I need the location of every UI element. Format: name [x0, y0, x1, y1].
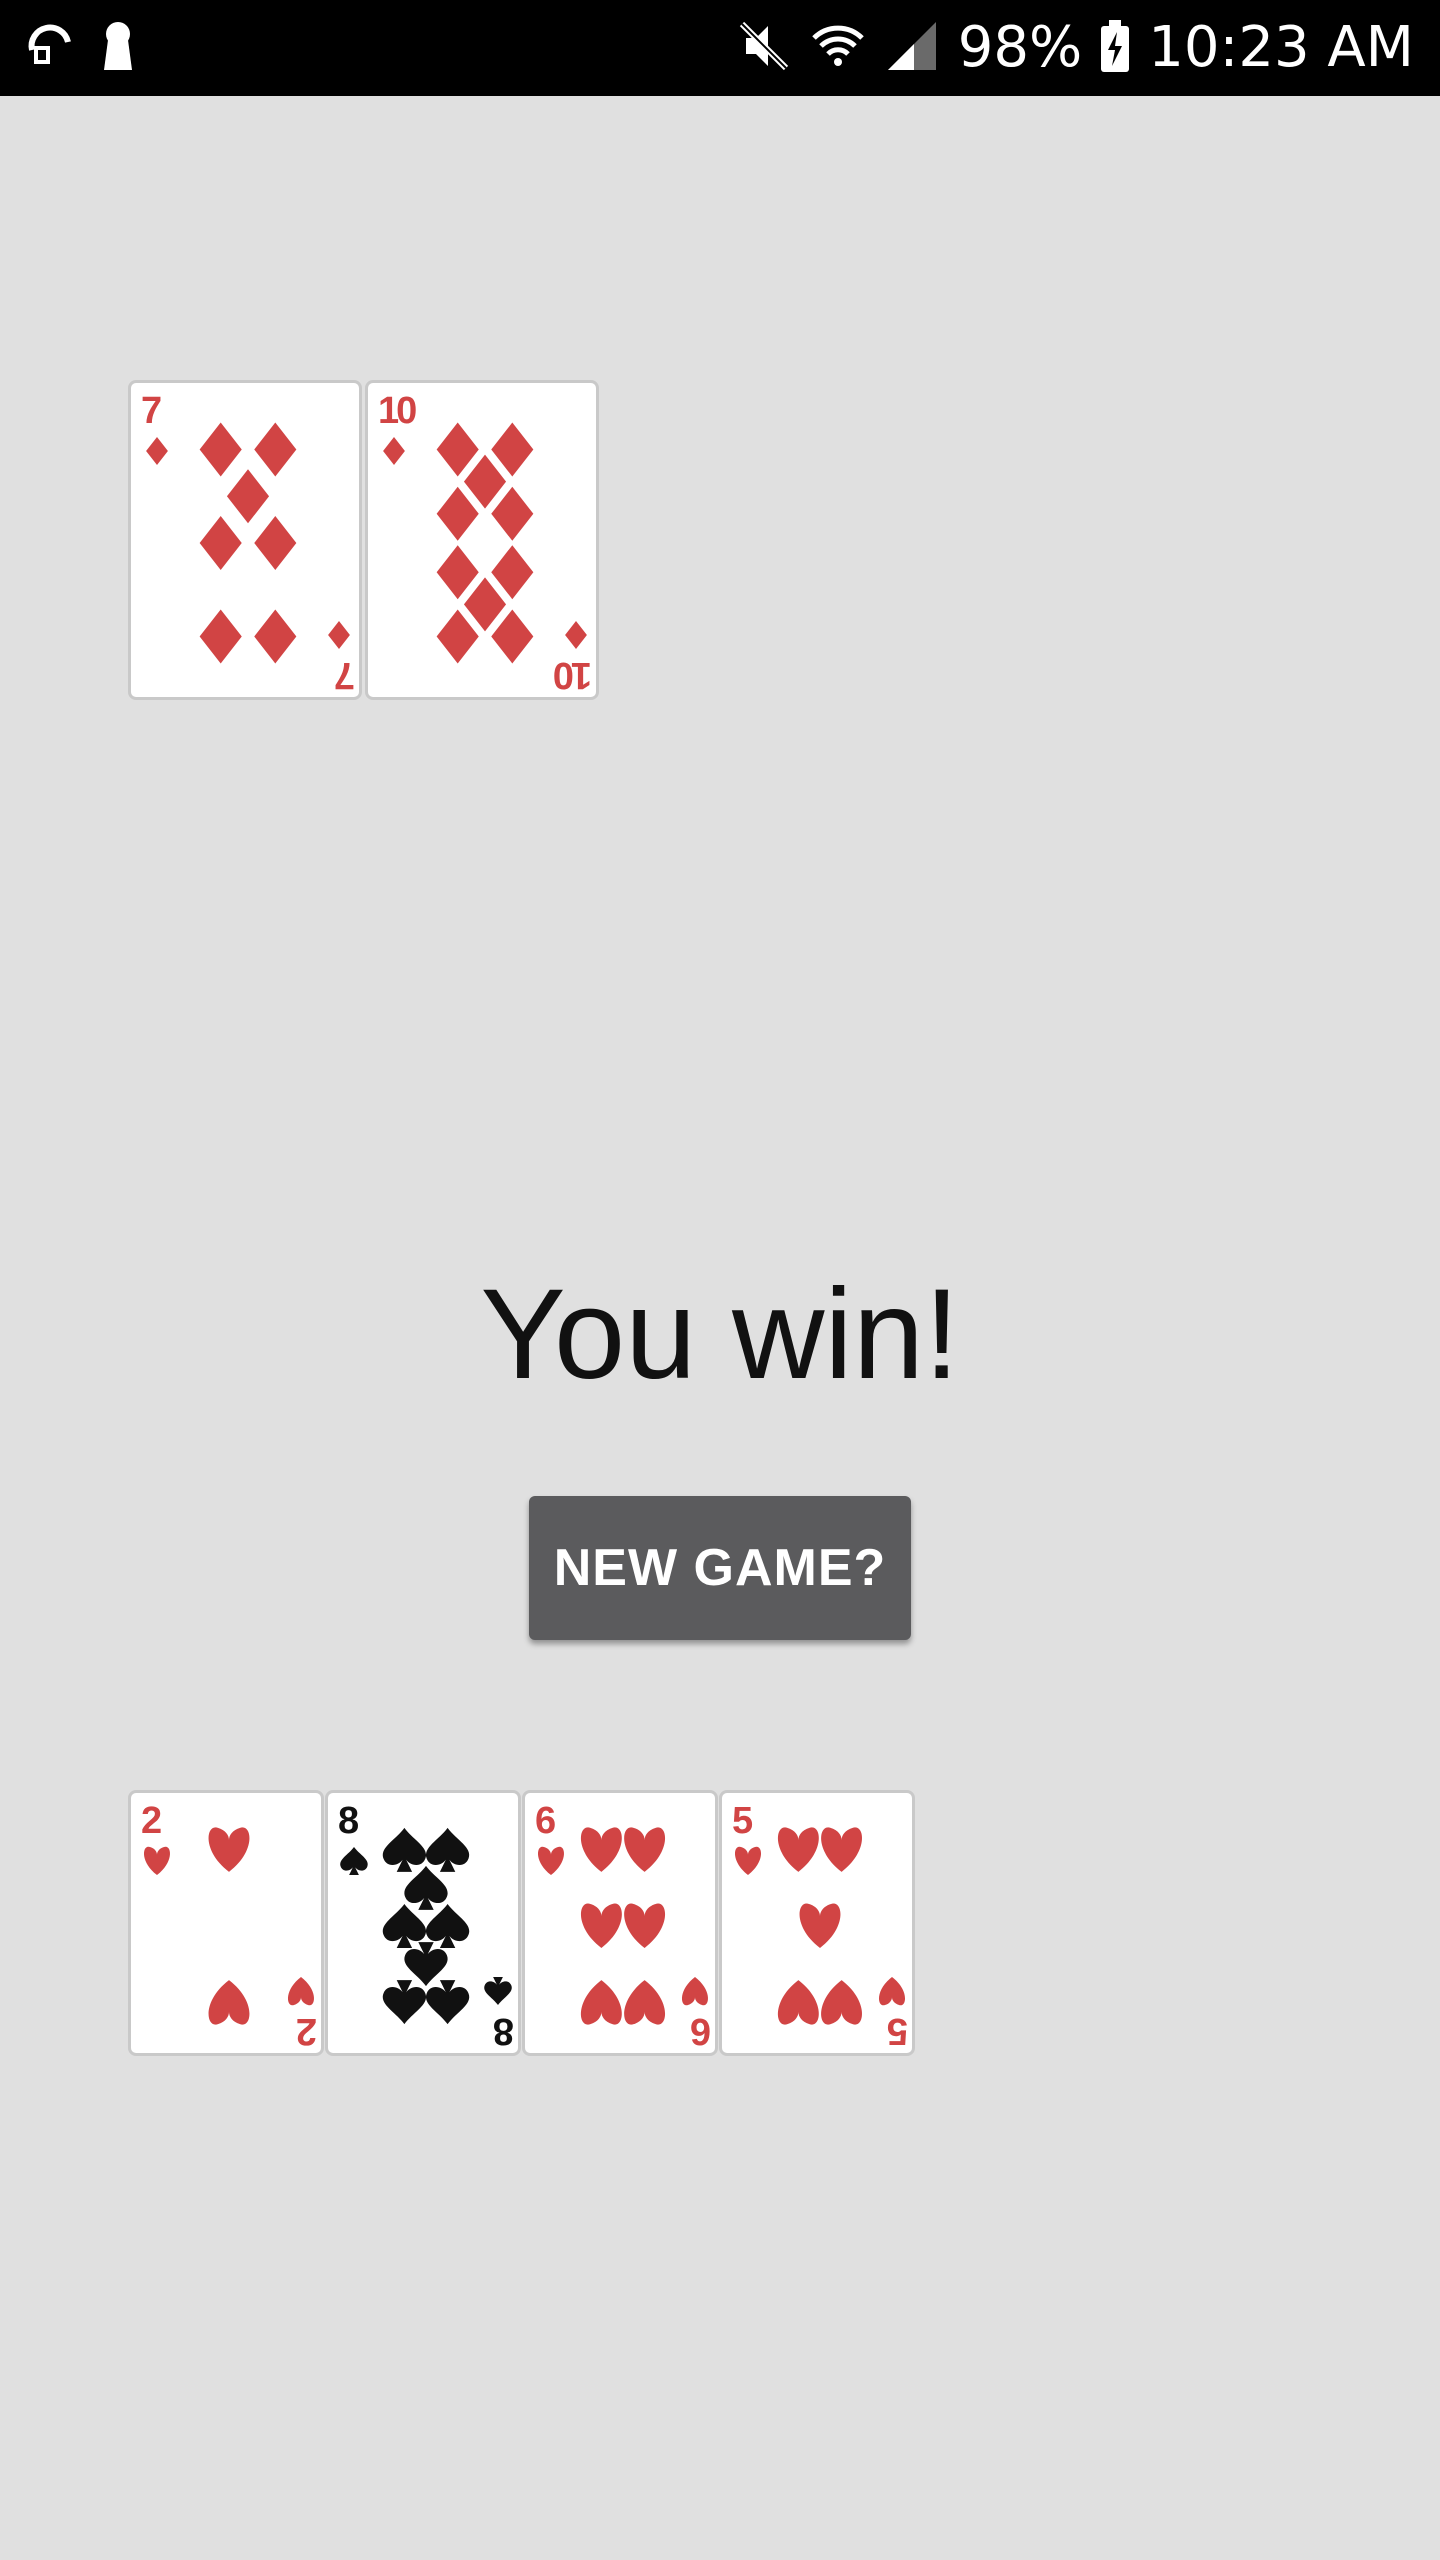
player-card-5-of-hearts: 55: [719, 1790, 915, 2056]
card-pip-diamonds: [436, 609, 479, 664]
card-pip-spades: [425, 1904, 470, 1948]
card-pip-diamonds: [491, 422, 534, 477]
card-suit-corner-top: [146, 437, 168, 465]
card-suit-corner-top: [537, 1846, 565, 1875]
card-pip-spades: [382, 1980, 427, 2025]
card-pip-diamonds: [491, 545, 534, 600]
card-pip-spades: [404, 1865, 448, 1910]
card-pip-diamonds: [254, 422, 297, 477]
card-face: 77: [141, 390, 355, 696]
card-suit-corner-top: [340, 1847, 368, 1875]
card-pip-hearts: [208, 1827, 250, 1872]
battery-percent: 98%: [957, 15, 1083, 80]
card-face: 88: [338, 1800, 514, 2052]
card-pip-spades: [382, 1827, 427, 1872]
card-pip-diamonds: [436, 486, 479, 541]
card-rank-top: 5: [732, 1800, 753, 1842]
card-pip-hearts: [821, 1827, 863, 1872]
card-pip-spades: [425, 1980, 470, 2025]
new-game-button[interactable]: NEW GAME?: [529, 1496, 911, 1640]
player-card-8-of-spades: 88: [325, 1790, 521, 2056]
mute-icon: [736, 18, 792, 79]
card-rank-top: 2: [141, 1800, 161, 1842]
card-face: 55: [732, 1800, 908, 2052]
card-rank-bottom: 10: [554, 654, 592, 696]
status-bar-right: 98% 10:23 AM: [736, 0, 1414, 96]
card-pip-hearts: [580, 1903, 622, 1948]
status-bar-left: [24, 18, 134, 78]
card-corner-bottom: 5: [878, 1977, 908, 2052]
battery-charging-icon: [1100, 18, 1130, 79]
card-face: 10 10: [378, 390, 592, 696]
card-rank-bottom: 8: [494, 2010, 514, 2052]
card-pip-diamonds: [463, 454, 507, 509]
card-pip-hearts: [799, 1903, 841, 1948]
card-pip-hearts: [821, 1980, 863, 2025]
player-card-2-of-hearts: 22: [128, 1790, 324, 2056]
card-corner-bottom: 10: [554, 621, 592, 696]
card-pip-diamonds: [436, 422, 479, 477]
card-pip-spades: [382, 1904, 427, 1948]
card-pip-diamonds: [254, 609, 297, 664]
card-suit-corner-bottom: [328, 621, 350, 649]
card-suit-corner-bottom: [565, 621, 587, 649]
card-pip-hearts: [624, 1827, 666, 1872]
dealer-card-7-of-diamonds: 77: [128, 380, 362, 700]
card-corner-bottom: 7: [328, 621, 355, 696]
card-corner-bottom: 6: [681, 1977, 711, 2052]
dealer-card-10-of-diamonds: 10 10: [365, 380, 599, 700]
card-pip-hearts: [777, 1827, 819, 1872]
card-corner-bottom: 2: [287, 1977, 317, 2052]
card-suit-corner-bottom: [287, 1977, 315, 2006]
clock: 10:23 AM: [1148, 15, 1414, 80]
card-suit-corner-bottom: [484, 1977, 512, 2005]
card-pip-diamonds: [463, 577, 507, 632]
status-bar: 98% 10:23 AM: [0, 0, 1440, 96]
card-rank-bottom: 5: [887, 2010, 908, 2052]
keyhole-icon: [102, 20, 134, 77]
card-pip-hearts: [580, 1980, 622, 2025]
card-suit-corner-top: [383, 437, 405, 465]
card-suit-corner-bottom: [681, 1977, 709, 2006]
card-pip-diamonds: [226, 469, 270, 524]
card-face: 66: [535, 1800, 711, 2052]
card-suit-corner-top: [143, 1846, 171, 1875]
result-message: You win!: [480, 1263, 960, 1406]
wifi-icon: [810, 18, 866, 79]
card-pip-hearts: [624, 1903, 666, 1948]
card-face: 22: [141, 1800, 317, 2052]
card-suit-corner-top: [734, 1846, 762, 1875]
card-pip-hearts: [624, 1980, 666, 2025]
card-corner-bottom: 8: [484, 1977, 514, 2052]
card-rank-bottom: 6: [691, 2010, 711, 2052]
card-rank-top: 7: [141, 390, 161, 432]
card-pip-hearts: [208, 1980, 250, 2025]
card-rank-top: 8: [338, 1800, 358, 1842]
card-pip-diamonds: [199, 516, 242, 570]
card-pip-hearts: [580, 1827, 622, 1872]
card-pip-spades: [425, 1827, 470, 1872]
card-pip-diamonds: [199, 422, 242, 477]
card-suit-corner-bottom: [878, 1977, 906, 2006]
card-rank-top: 6: [535, 1800, 555, 1842]
player-card-6-of-hearts: 66: [522, 1790, 718, 2056]
card-pip-diamonds: [199, 609, 242, 664]
card-pip-hearts: [777, 1980, 819, 2025]
card-pip-diamonds: [254, 516, 297, 570]
card-pip-spades: [404, 1942, 448, 1987]
game-screen: 98% 10:23 AM 7 7 10 10 You win! NEW GAME? 2…: [0, 0, 1440, 2560]
signal-icon: [884, 18, 940, 79]
card-pip-diamonds: [491, 486, 534, 541]
sync-icon: [24, 20, 76, 77]
card-rank-top: 10: [378, 390, 416, 432]
card-pip-diamonds: [491, 609, 534, 664]
card-rank-bottom: 7: [335, 654, 355, 696]
card-pip-diamonds: [436, 545, 479, 600]
card-rank-bottom: 2: [297, 2010, 317, 2052]
